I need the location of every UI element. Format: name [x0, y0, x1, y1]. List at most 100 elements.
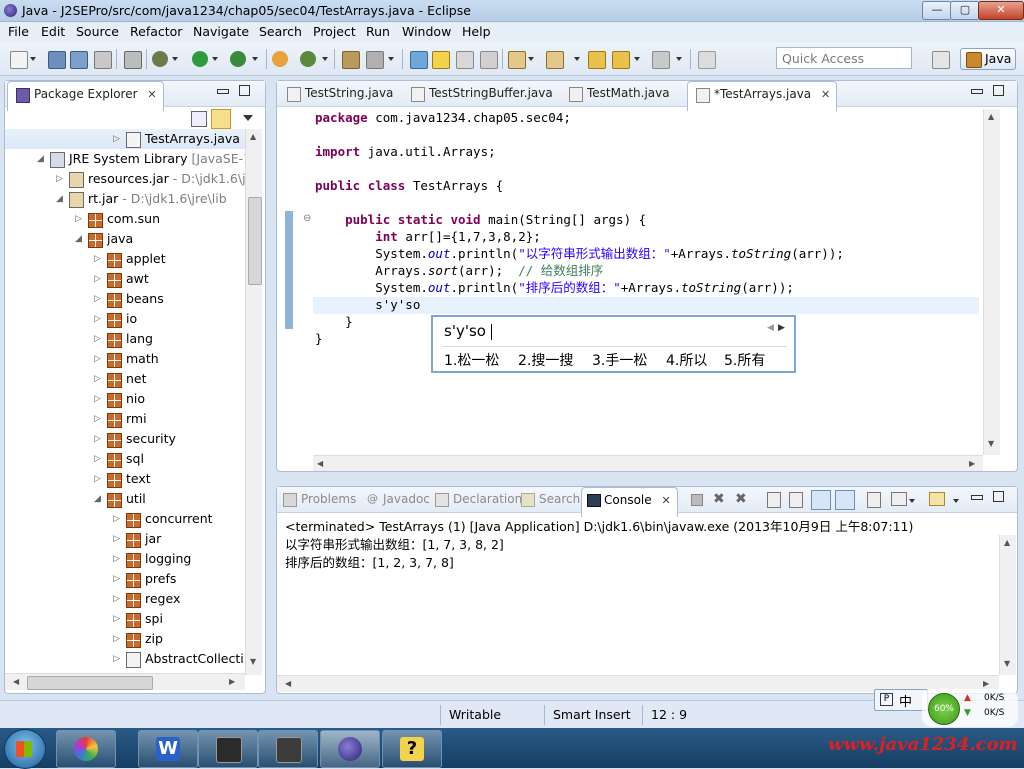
pin-editor-icon[interactable] [698, 51, 716, 69]
tab-problems[interactable]: Problems [279, 487, 356, 516]
ime-page-prev-icon[interactable]: ◀ [767, 323, 774, 333]
tree-vertical-scrollbar[interactable]: ▲ ▼ [245, 129, 262, 675]
menu-source[interactable]: Source [76, 24, 119, 39]
collapsed-arrow-icon[interactable]: ▷ [94, 289, 101, 309]
tab-teststringbuffer[interactable]: TestStringBuffer.java [403, 81, 559, 110]
maximize-button[interactable]: ▢ [950, 1, 980, 20]
menu-project[interactable]: Project [313, 24, 356, 39]
show-stderr-icon[interactable] [835, 490, 855, 510]
tree-item[interactable]: ▷ zip [5, 629, 247, 649]
tree-item[interactable]: ▷ io [5, 309, 247, 329]
collapsed-arrow-icon[interactable]: ▷ [113, 529, 120, 549]
collapse-all-icon[interactable] [191, 111, 207, 127]
quick-access-input[interactable]: Quick Access [776, 47, 912, 69]
save-icon[interactable] [48, 51, 66, 69]
collapsed-arrow-icon[interactable]: ▷ [113, 509, 120, 529]
editor-vertical-scrollbar[interactable]: ▲ ▼ [983, 109, 1000, 455]
link-with-editor-icon[interactable] [211, 109, 231, 129]
expanded-arrow-icon[interactable]: ◢ [75, 229, 82, 249]
collapsed-arrow-icon[interactable]: ▷ [94, 469, 101, 489]
tree-item[interactable]: ◢ rt.jar - D:\jdk1.6\jre\lib [5, 189, 247, 209]
ime-candidate-5[interactable]: 5.所有 [724, 350, 765, 370]
collapsed-arrow-icon[interactable]: ▷ [113, 569, 120, 589]
tab-testarrays[interactable]: *TestArrays.java ✕ [687, 81, 838, 111]
debug-icon[interactable] [152, 51, 168, 67]
taskbar-app-recorder[interactable] [258, 730, 318, 768]
tree-vertical-thumb[interactable] [248, 197, 262, 285]
ime-page-next-icon[interactable]: ▶ [778, 323, 785, 333]
menu-edit[interactable]: Edit [41, 24, 65, 39]
editor-horizontal-scrollbar[interactable]: ◀ ▶ [313, 455, 983, 471]
ime-candidate-1[interactable]: 1.松一松 [444, 350, 499, 370]
collapsed-arrow-icon[interactable]: ▷ [113, 129, 120, 149]
new-icon[interactable] [10, 51, 28, 69]
menu-run[interactable]: Run [366, 24, 390, 39]
tree-item[interactable]: ▷ regex [5, 589, 247, 609]
menu-search[interactable]: Search [259, 24, 302, 39]
start-button[interactable] [4, 729, 46, 769]
tree-item[interactable]: ▷ jar [5, 529, 247, 549]
collapsed-arrow-icon[interactable]: ▷ [94, 429, 101, 449]
minimize-view-icon[interactable] [971, 89, 983, 94]
chevron-down-icon[interactable] [953, 499, 959, 503]
taskbar-app-help[interactable]: ? [382, 730, 442, 768]
tree-horizontal-thumb[interactable] [27, 676, 153, 690]
tree-item[interactable]: ▷ rmi [5, 409, 247, 429]
print-icon[interactable] [94, 51, 112, 69]
search-icon[interactable] [366, 51, 384, 69]
tab-package-explorer[interactable]: Package Explorer ✕ [7, 81, 164, 111]
close-icon[interactable]: ✕ [821, 88, 830, 101]
ime-candidate-4[interactable]: 4.所以 [666, 350, 707, 370]
collapsed-arrow-icon[interactable]: ▷ [56, 169, 63, 189]
tab-search[interactable]: Search [517, 487, 580, 516]
collapsed-arrow-icon[interactable]: ▷ [94, 449, 101, 469]
minimize-button[interactable]: — [922, 1, 952, 20]
ime-candidate-2[interactable]: 2.搜一搜 [518, 350, 573, 370]
collapsed-arrow-icon[interactable]: ▷ [94, 409, 101, 429]
expanded-arrow-icon[interactable]: ◢ [56, 189, 63, 209]
tree-item[interactable]: ▷ text [5, 469, 247, 489]
forward-icon[interactable] [652, 51, 670, 69]
collapsed-arrow-icon[interactable]: ▷ [113, 629, 120, 649]
show-whitespace-icon[interactable] [480, 51, 498, 69]
skip-breakpoints-icon[interactable] [124, 51, 142, 69]
back-icon[interactable] [612, 51, 630, 69]
run-icon[interactable] [192, 51, 208, 67]
collapsed-arrow-icon[interactable]: ▷ [94, 329, 101, 349]
chevron-down-icon[interactable] [909, 499, 915, 503]
close-icon[interactable]: ✕ [147, 88, 156, 101]
tree-item[interactable]: ▷ nio [5, 389, 247, 409]
tree-item[interactable]: ▷ awt [5, 269, 247, 289]
block-selection-icon[interactable] [456, 51, 474, 69]
open-perspective-icon[interactable] [932, 51, 950, 69]
display-console-icon[interactable] [891, 492, 907, 506]
show-stdout-icon[interactable] [811, 490, 831, 510]
tree-item[interactable]: ◢ java [5, 229, 247, 249]
toggle-mark-occurrences-icon[interactable] [410, 51, 428, 69]
tree-horizontal-scrollbar[interactable]: ◀ ▶ [5, 673, 245, 690]
tree-item[interactable]: ▷ logging [5, 549, 247, 569]
tree-item[interactable]: ▷ concurrent [5, 509, 247, 529]
code-area[interactable]: package com.java1234.chap05.sec04; import… [313, 109, 979, 455]
tab-javadoc[interactable]: @ Javadoc [361, 487, 430, 516]
maximize-view-icon[interactable] [993, 491, 1004, 502]
close-button[interactable]: ✕ [978, 1, 1024, 20]
maximize-view-icon[interactable] [239, 85, 250, 96]
terminate-icon[interactable] [691, 494, 703, 506]
remove-all-launches-icon[interactable]: ✖ [735, 491, 747, 507]
minimize-view-icon[interactable] [971, 495, 983, 500]
menu-help[interactable]: Help [462, 24, 491, 39]
new-class-icon[interactable] [300, 51, 316, 67]
collapsed-arrow-icon[interactable]: ▷ [94, 349, 101, 369]
expanded-arrow-icon[interactable]: ◢ [94, 489, 101, 509]
new-java-project-icon[interactable] [272, 51, 288, 67]
menu-file[interactable]: File [8, 24, 29, 39]
collapsed-arrow-icon[interactable]: ▷ [113, 649, 120, 669]
remove-launch-icon[interactable]: ✖ [713, 491, 725, 507]
console-vertical-scrollbar[interactable]: ▲ ▼ [999, 535, 1016, 675]
expanded-arrow-icon[interactable]: ◢ [37, 149, 44, 169]
taskbar-app-terminal[interactable] [198, 730, 258, 768]
collapsed-arrow-icon[interactable]: ▷ [94, 269, 101, 289]
tree-item[interactable]: ▷ sql [5, 449, 247, 469]
java-perspective-button[interactable]: Java [960, 48, 1016, 70]
